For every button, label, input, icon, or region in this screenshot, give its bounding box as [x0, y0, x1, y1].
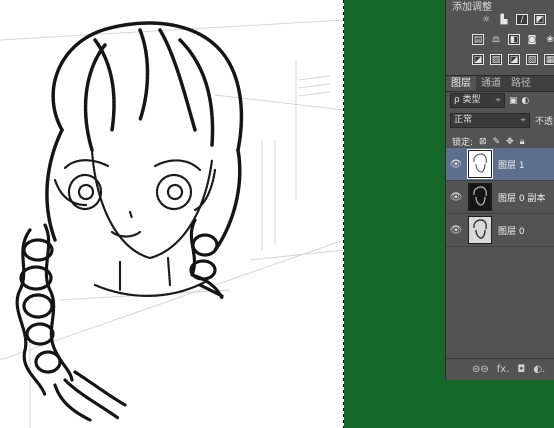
balance-icon[interactable]: ⚖: [490, 34, 502, 45]
layers-panel: 添加调整 ☼ ▙ ∕ ◩ ▤ ⚖ ◧ ◙ ❀ ◪ ▨ ◪ ▧ ▦ 图层 通道 路…: [445, 0, 554, 380]
blend-row: 正常 ÷ 不透: [450, 113, 553, 128]
lock-move-icon[interactable]: ✥: [506, 137, 514, 147]
blend-mode-select[interactable]: 正常 ÷: [450, 113, 530, 128]
brightness-icon[interactable]: ☼: [480, 14, 492, 25]
layer-name: 图层 1: [498, 160, 525, 171]
add-mask-icon[interactable]: ◘: [517, 364, 525, 375]
lock-all-icon[interactable]: 🔒︎: [520, 137, 525, 147]
layer-thumbnail: [467, 149, 493, 179]
layer-thumbnail: [468, 216, 492, 244]
pixel-filter-icon[interactable]: ▣: [509, 96, 518, 106]
layer-filter-select[interactable]: ρ 类型 ÷: [450, 93, 505, 108]
lock-transparency-icon[interactable]: ⊠: [479, 137, 487, 147]
layers-bottom-bar: ⊖⊖ fx. ◘ ◐.: [446, 358, 554, 380]
visibility-eye-icon[interactable]: 👁︎: [446, 192, 466, 203]
threshold-icon[interactable]: ◪: [508, 54, 520, 65]
layer-name: 图层 0: [498, 226, 525, 237]
fx-icon[interactable]: fx.: [497, 364, 510, 375]
lock-row: 锁定: ⊠ ✎ ✥ 🔒︎: [452, 135, 525, 149]
link-layers-icon[interactable]: ⊖⊖: [472, 364, 489, 375]
adjustments-row-2: ▤ ⚖ ◧ ◙ ❀: [472, 34, 554, 45]
invert-icon[interactable]: ◪: [472, 54, 484, 65]
layer-thumbnail: [468, 183, 492, 211]
levels-icon[interactable]: ▙: [498, 14, 510, 25]
posterize-icon[interactable]: ▨: [490, 54, 502, 65]
layer-row-3[interactable]: 👁︎ 图层 0: [446, 214, 554, 247]
bw-icon[interactable]: ◧: [508, 34, 520, 45]
layers-list: 👁︎ 图层 1 👁︎ 图层 0 副本 👁︎ 图层 0: [446, 148, 554, 247]
layer-filter-row: ρ 类型 ÷ ▣ ◐: [450, 93, 529, 108]
document-canvas[interactable]: [0, 0, 344, 428]
visibility-eye-icon[interactable]: 👁︎: [446, 159, 466, 170]
opacity-label: 不透: [535, 117, 554, 127]
visibility-eye-icon[interactable]: 👁︎: [446, 225, 466, 236]
lock-brush-icon[interactable]: ✎: [493, 137, 501, 147]
blend-mode-value: 正常: [454, 115, 473, 125]
photo-filter-icon[interactable]: ◙: [526, 34, 538, 45]
new-adjustment-icon[interactable]: ◐.: [533, 364, 545, 375]
lock-label: 锁定:: [452, 138, 474, 148]
tab-layers[interactable]: 图层: [446, 76, 476, 91]
adjustments-row-1: ☼ ▙ ∕ ◩: [480, 14, 546, 25]
layer-name: 图层 0 副本: [498, 193, 546, 204]
tab-paths[interactable]: 路径: [506, 76, 536, 91]
blend-arrow-icon: ÷: [520, 116, 526, 124]
vibrance-icon[interactable]: ▤: [472, 34, 484, 45]
selective-color-icon[interactable]: ▧: [526, 54, 538, 65]
layer-filter-label: ρ 类型: [454, 95, 481, 105]
gradient-map-icon[interactable]: ▦: [544, 54, 554, 65]
panel-tabs: 图层 通道 路径: [446, 75, 554, 92]
line-art-drawing: [0, 19, 344, 428]
curves-icon[interactable]: ∕: [516, 14, 528, 25]
tab-channels[interactable]: 通道: [476, 76, 506, 91]
adjustment-filter-icon[interactable]: ◐: [522, 96, 530, 106]
layer-row-2[interactable]: 👁︎ 图层 0 副本: [446, 181, 554, 214]
background-area: [344, 0, 445, 428]
adjustments-title: 添加调整: [452, 2, 492, 13]
layer-row-1[interactable]: 👁︎ 图层 1: [446, 148, 554, 181]
adjustments-row-3: ◪ ▨ ◪ ▧ ▦: [472, 54, 554, 65]
filter-arrow-icon: ÷: [495, 96, 501, 104]
exposure-icon[interactable]: ◩: [534, 14, 546, 25]
channel-mixer-icon[interactable]: ❀: [544, 34, 554, 45]
